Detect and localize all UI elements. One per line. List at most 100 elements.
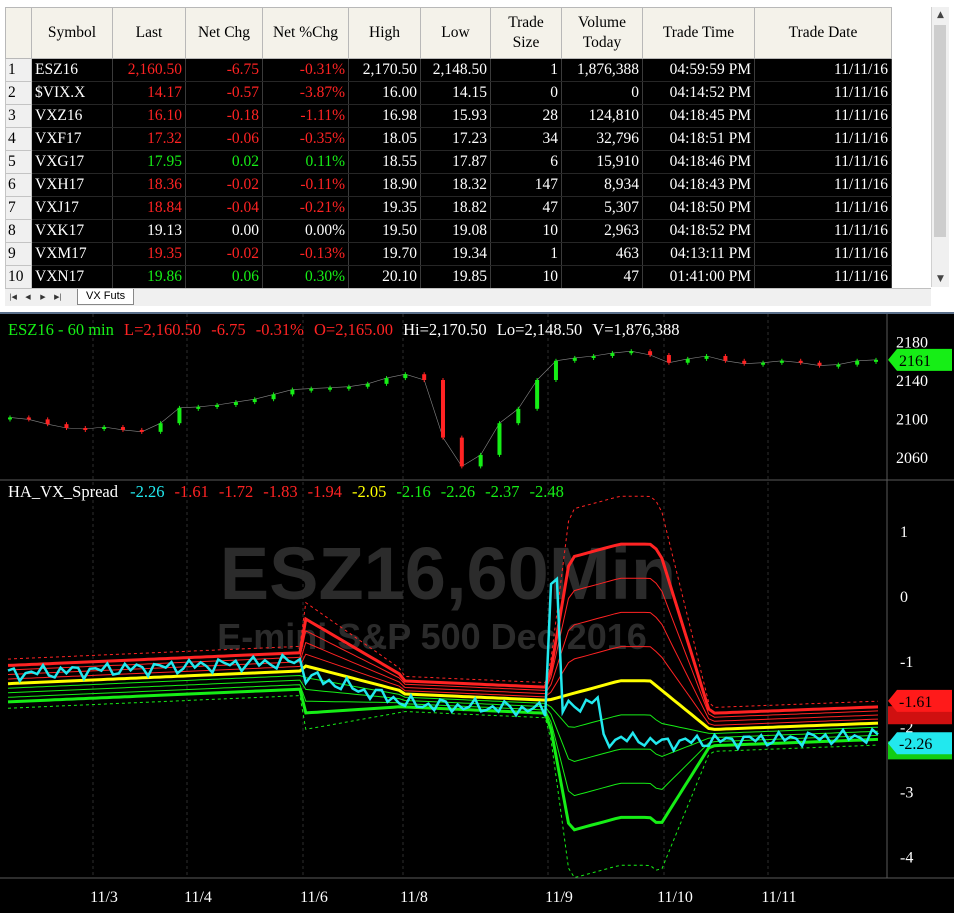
cell-trade-size: 47 xyxy=(490,196,562,220)
cell-net-pct-change: -0.35% xyxy=(262,127,349,151)
sheet-tab-vx-futs[interactable]: VX Futs xyxy=(77,289,135,305)
cell-net-pct-change: -0.13% xyxy=(262,242,349,266)
table-row[interactable]: 2 $VIX.X 14.17 -0.57 -3.87% 16.00 14.15 0 0 04:14… xyxy=(5,81,892,105)
last-sheet-icon[interactable]: ▶| xyxy=(52,291,64,303)
column-header[interactable]: High xyxy=(348,7,421,59)
cell-net-change: 0.02 xyxy=(185,150,263,174)
prev-sheet-icon[interactable]: ◀ xyxy=(22,291,34,303)
column-header[interactable]: Last xyxy=(112,7,186,59)
column-header[interactable]: Trade Date xyxy=(754,7,892,59)
row-number[interactable]: 4 xyxy=(5,127,32,151)
lower-band-1 xyxy=(7,674,879,735)
cell-volume: 47 xyxy=(561,265,643,289)
cell-trade-size: 10 xyxy=(490,265,562,289)
vertical-scrollbar[interactable]: ▲ ▼ xyxy=(931,7,949,287)
row-number[interactable]: 2 xyxy=(5,81,32,105)
cell-net-pct-change: 0.00% xyxy=(262,219,349,243)
cell-last: 16.10 xyxy=(112,104,186,128)
price-axis-label: 2060 xyxy=(896,450,928,467)
lower-band-4 xyxy=(7,687,879,832)
table-row[interactable]: 10 VXN17 19.86 0.06 0.30% 20.10 19.85 10 47 01:41… xyxy=(5,265,892,289)
cell-high: 19.50 xyxy=(348,219,421,243)
watermark-symbol: ESZ16,60Min xyxy=(220,532,677,615)
cell-trade-time: 04:18:52 PM xyxy=(642,219,755,243)
table-row[interactable]: 5 VXG17 17.95 0.02 0.11% 18.55 17.87 6 15,910 04:… xyxy=(5,150,892,174)
cell-trade-date: 11/11/16 xyxy=(754,58,892,82)
cell-symbol: VXN17 xyxy=(31,265,113,289)
cell-trade-date: 11/11/16 xyxy=(754,242,892,266)
price-change: -6.75 xyxy=(211,320,246,339)
table-row[interactable]: 9 VXM17 19.35 -0.02 -0.13% 19.70 19.34 1 463 04:1… xyxy=(5,242,892,266)
row-number[interactable]: 9 xyxy=(5,242,32,266)
price-candle xyxy=(666,355,671,363)
chart-canvas[interactable]: ESZ16,60Min E-mini S&P 500 Dec 2016 2180… xyxy=(0,314,954,913)
cell-volume: 463 xyxy=(561,242,643,266)
row-number[interactable]: 3 xyxy=(5,104,32,128)
cell-low: 17.87 xyxy=(420,150,491,174)
cell-symbol: VXJ17 xyxy=(31,196,113,220)
time-axis-label: 11/4 xyxy=(184,889,212,906)
cell-last: 19.86 xyxy=(112,265,186,289)
table-row[interactable]: 1 ESZ16 2,160.50 -6.75 -0.31% 2,170.50 2,148.5… xyxy=(5,58,892,82)
column-header[interactable]: Volume Today xyxy=(561,7,643,59)
cell-net-pct-change: -0.11% xyxy=(262,173,349,197)
table-row[interactable]: 4 VXF17 17.32 -0.06 -0.35% 18.05 17.23 34 32,796… xyxy=(5,127,892,151)
price-title: ESZ16 - 60 min xyxy=(8,320,114,339)
row-number[interactable]: 10 xyxy=(5,265,32,289)
price-pct-change: -0.31% xyxy=(255,320,304,339)
cell-trade-date: 11/11/16 xyxy=(754,150,892,174)
scroll-down-icon[interactable]: ▼ xyxy=(932,271,949,287)
first-sheet-icon[interactable]: |◀ xyxy=(7,291,19,303)
table-row[interactable]: 7 VXJ17 18.84 -0.04 -0.21% 19.35 18.82 47 5,307 0… xyxy=(5,196,892,220)
price-candle xyxy=(478,454,483,467)
column-header[interactable]: Trade Time xyxy=(642,7,755,59)
cell-symbol: VXM17 xyxy=(31,242,113,266)
column-header-row: Symbol Last Net Chg Net %Chg High Low Trade Siz… xyxy=(5,7,892,59)
column-header[interactable]: Symbol xyxy=(31,7,113,59)
column-header[interactable]: Trade Size xyxy=(490,7,562,59)
cell-high: 16.98 xyxy=(348,104,421,128)
cell-high: 19.70 xyxy=(348,242,421,266)
price-candle xyxy=(553,360,558,380)
row-number[interactable]: 1 xyxy=(5,58,32,82)
column-header-label: Symbol xyxy=(47,24,97,41)
cell-high: 20.10 xyxy=(348,265,421,289)
chart-panel[interactable]: ESZ16,60Min E-mini S&P 500 Dec 2016 2180… xyxy=(0,314,954,913)
column-header[interactable]: Low xyxy=(420,7,491,59)
cell-last: 17.95 xyxy=(112,150,186,174)
next-sheet-icon[interactable]: ▶ xyxy=(37,291,49,303)
column-header-label: Trade Time xyxy=(662,24,735,41)
price-candle xyxy=(685,358,690,363)
scroll-up-icon[interactable]: ▲ xyxy=(932,7,949,23)
price-candle xyxy=(26,417,31,420)
scroll-thumb[interactable] xyxy=(934,25,946,237)
row-number[interactable]: 7 xyxy=(5,196,32,220)
cell-trade-time: 04:13:11 PM xyxy=(642,242,755,266)
price-candle xyxy=(215,404,220,407)
price-candle xyxy=(384,378,389,384)
column-header[interactable]: Net %Chg xyxy=(262,7,349,59)
price-candle xyxy=(779,360,784,363)
cell-last: 18.36 xyxy=(112,173,186,197)
price-candles xyxy=(8,349,878,469)
row-number[interactable]: 6 xyxy=(5,173,32,197)
sheet-tab-bar: |◀ ◀ ▶ ▶| VX Futs xyxy=(5,288,931,306)
row-number[interactable]: 5 xyxy=(5,150,32,174)
table-row[interactable]: 6 VXH17 18.36 -0.02 -0.11% 18.90 18.32 147 8,934… xyxy=(5,173,892,197)
quote-table: Symbol Last Net Chg Net %Chg High Low Trade Siz… xyxy=(5,7,892,289)
price-candle xyxy=(233,402,238,405)
cell-net-change: -0.02 xyxy=(185,173,263,197)
price-candle xyxy=(855,360,860,365)
table-row[interactable]: 3 VXZ16 16.10 -0.18 -1.11% 16.98 15.93 28 124,81… xyxy=(5,104,892,128)
cell-high: 18.90 xyxy=(348,173,421,197)
row-number[interactable]: 8 xyxy=(5,219,32,243)
cell-symbol: VXF17 xyxy=(31,127,113,151)
cell-trade-size: 147 xyxy=(490,173,562,197)
price-candle xyxy=(761,362,766,365)
cell-volume: 2,963 xyxy=(561,219,643,243)
table-row[interactable]: 8 VXK17 19.13 0.00 0.00% 19.50 19.08 10 2,963 04:… xyxy=(5,219,892,243)
column-header[interactable]: Net Chg xyxy=(185,7,263,59)
cell-trade-time: 04:18:45 PM xyxy=(642,104,755,128)
cell-trade-date: 11/11/16 xyxy=(754,81,892,105)
cell-trade-size: 6 xyxy=(490,150,562,174)
